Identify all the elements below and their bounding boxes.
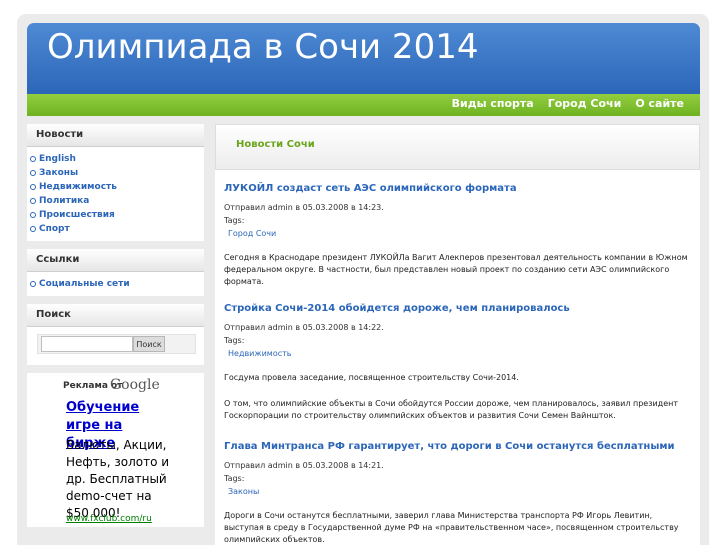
search-block: Поиск Поиск: [27, 304, 204, 365]
list-item: Законы: [30, 166, 204, 180]
news-category-incidents[interactable]: Происшествия: [39, 210, 115, 220]
article-body: Госдума провела заседание, посвященное с…: [224, 372, 694, 422]
section-header: Новости Сочи: [215, 124, 700, 170]
tags-label: Tags:: [224, 216, 245, 225]
article-title-link[interactable]: ЛУКОЙЛ создаст сеть АЭС олимпийского фор…: [224, 182, 694, 196]
ad-body: Валюты, Акции, Нефть, золото и др. Беспл…: [66, 438, 170, 520]
article-meta: Отправил admin в 05.03.2008 в 14:23.: [224, 203, 384, 212]
list-item: Спорт: [30, 222, 204, 236]
search-area: Поиск: [27, 327, 204, 365]
news-category-english[interactable]: English: [39, 154, 76, 164]
search-button[interactable]: Поиск: [133, 336, 165, 352]
tags-label: Tags:: [224, 336, 245, 345]
article-tag-link[interactable]: Законы: [228, 486, 694, 498]
news-category-politics[interactable]: Политика: [39, 196, 89, 206]
article-paragraph: Сегодня в Краснодаре президент ЛУКОЙЛа В…: [224, 253, 688, 286]
news-category-list: English Законы Недвижимость Политика Про…: [27, 147, 204, 241]
sidebar: Новости English Законы Недвижимость Поли…: [27, 124, 204, 527]
article: Стройка Сочи-2014 обойдется дороже, чем …: [224, 302, 694, 436]
nav-link-sports[interactable]: Виды спорта: [452, 97, 534, 110]
article-paragraph: Госдума провела заседание, посвященное с…: [224, 373, 519, 382]
site-header: Олимпиада в Сочи 2014: [27, 23, 700, 94]
list-item: Политика: [30, 194, 204, 208]
article-body: Сегодня в Краснодаре президент ЛУКОЙЛа В…: [224, 252, 694, 288]
article-meta: Отправил admin в 05.03.2008 в 14:21.: [224, 461, 384, 470]
news-category-sport[interactable]: Спорт: [39, 224, 70, 234]
links-list: Социальные сети: [27, 272, 204, 296]
article-meta: Отправил admin в 05.03.2008 в 14:22.: [224, 323, 384, 332]
tags-label: Tags:: [224, 474, 245, 483]
news-category-realty[interactable]: Недвижимость: [39, 182, 117, 192]
nav-link-about[interactable]: О сайте: [635, 97, 684, 110]
primary-nav: Виды спорта Город Сочи О сайте: [452, 97, 684, 110]
search-block-title: Поиск: [27, 304, 204, 327]
list-item: Социальные сети: [30, 277, 204, 291]
list-item: Происшествия: [30, 208, 204, 222]
google-logo: Google: [110, 377, 160, 393]
article-paragraph: О том, что олимпийские объекты в Сочи об…: [224, 399, 679, 420]
ad-block: Реклама от Google Обучение игре на бирже…: [27, 373, 204, 527]
article: Глава Минтранса РФ гарантирует, что доро…: [224, 440, 694, 560]
news-category-laws[interactable]: Законы: [39, 168, 78, 178]
article: ЛУКОЙЛ создаст сеть АЭС олимпийского фор…: [224, 182, 694, 302]
search-input[interactable]: [41, 336, 133, 352]
news-block-title: Новости: [27, 124, 204, 147]
article-body: Дороги в Сочи останутся бесплатными, зав…: [224, 510, 694, 546]
main-content: Новости Сочи ЛУКОЙЛ создаст сеть АЭС оли…: [215, 124, 700, 545]
nav-link-city[interactable]: Город Сочи: [548, 97, 622, 110]
links-block-title: Ссылки: [27, 249, 204, 272]
primary-nav-bar: Виды спорта Город Сочи О сайте: [27, 94, 700, 116]
links-block: Ссылки Социальные сети: [27, 249, 204, 296]
section-title: Новости Сочи: [236, 139, 315, 150]
site-title[interactable]: Олимпиада в Сочи 2014: [47, 27, 478, 67]
article-paragraph: Дороги в Сочи останутся бесплатными, зав…: [224, 511, 679, 544]
search-form: Поиск: [37, 334, 196, 354]
list-item: English: [30, 152, 204, 166]
news-block: Новости English Законы Недвижимость Поли…: [27, 124, 204, 241]
article-tag-link[interactable]: Недвижимость: [228, 348, 694, 360]
ad-url-link[interactable]: www.fxclub.com/ru: [66, 514, 152, 524]
article-title-link[interactable]: Стройка Сочи-2014 обойдется дороже, чем …: [224, 302, 694, 316]
link-social-networks[interactable]: Социальные сети: [39, 279, 130, 289]
article-tag-link[interactable]: Город Сочи: [228, 228, 694, 240]
list-item: Недвижимость: [30, 180, 204, 194]
article-title-link[interactable]: Глава Минтранса РФ гарантирует, что доро…: [224, 440, 694, 454]
